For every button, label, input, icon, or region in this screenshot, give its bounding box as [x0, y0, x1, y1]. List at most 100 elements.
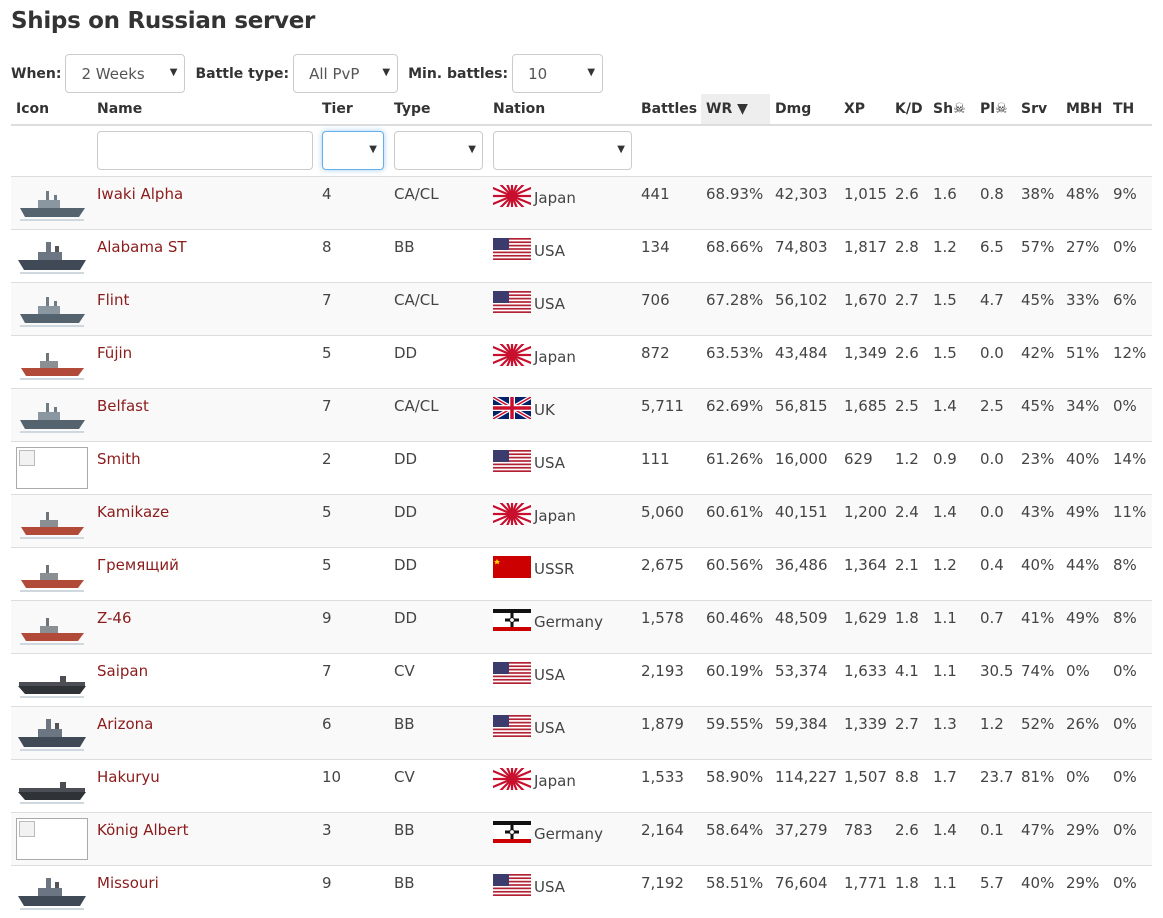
dmg-cell: 40,151: [770, 493, 839, 547]
mbh-cell: 34%: [1061, 387, 1108, 441]
ship-name-cell: Belfast: [92, 387, 317, 441]
battles-cell: 1,578: [636, 599, 701, 653]
ship-name-link[interactable]: Alabama ST: [97, 238, 187, 256]
tier-cell: 7: [317, 281, 389, 335]
xp-cell: 629: [839, 440, 890, 494]
nation-filter-select[interactable]: ▼: [493, 131, 632, 171]
sh-cell: 1.6: [928, 175, 975, 229]
mbh-cell: 0%: [1061, 652, 1108, 706]
ship-name-link[interactable]: König Albert: [97, 821, 188, 839]
type-cell: CA/CL: [389, 281, 488, 335]
column-header-name[interactable]: Name: [92, 94, 317, 126]
ship-name-link[interactable]: Flint: [97, 291, 129, 309]
ship-name-link[interactable]: Гремящий: [97, 556, 179, 574]
dmg-cell: 16,000: [770, 440, 839, 494]
chevron-down-icon: ▼: [169, 67, 178, 78]
wr-cell: 59.55%: [701, 705, 770, 759]
kd-cell: 1.2: [890, 440, 928, 494]
ship-name-link[interactable]: Kamikaze: [97, 503, 169, 521]
dmg-cell: 56,815: [770, 387, 839, 441]
ship-name-link[interactable]: Z-46: [97, 609, 132, 627]
carrier-icon: [16, 762, 92, 808]
pl-cell: 6.5: [975, 228, 1016, 282]
column-header-sh[interactable]: Sh☠: [928, 94, 975, 126]
srv-cell: 52%: [1016, 705, 1061, 759]
name-filter-input[interactable]: [97, 131, 313, 171]
th-cell: 6%: [1108, 281, 1152, 335]
kd-cell: 1.8: [890, 864, 928, 918]
mbh-cell: 44%: [1061, 546, 1108, 600]
column-header-srv[interactable]: Srv: [1016, 94, 1061, 126]
nation-cell: Japan: [488, 758, 636, 812]
cruiser-icon: [16, 179, 92, 225]
column-header-kd[interactable]: K/D: [890, 94, 928, 126]
sh-cell: 0.9: [928, 440, 975, 494]
xp-cell: 1,507: [839, 758, 890, 812]
ship-name-link[interactable]: Arizona: [97, 715, 153, 733]
ship-name-link[interactable]: Hakuryu: [97, 768, 160, 786]
tier-cell: 5: [317, 334, 389, 388]
dmg-cell: 53,374: [770, 652, 839, 706]
ship-name-link[interactable]: Belfast: [97, 397, 149, 415]
srv-cell: 43%: [1016, 493, 1061, 547]
battles-cell: 706: [636, 281, 701, 335]
japan-flag: [488, 336, 542, 385]
ship-name-link[interactable]: Saipan: [97, 662, 148, 680]
battle-type-select[interactable]: All PvP ▼: [293, 54, 399, 93]
mbh-cell: 0%: [1061, 758, 1108, 812]
pl-cell: 0.1: [975, 811, 1016, 865]
type-cell: CA/CL: [389, 175, 488, 229]
ship-name-link[interactable]: Missouri: [97, 874, 159, 892]
srv-cell: 42%: [1016, 334, 1061, 388]
table-row: Smith 2 DD USA 111 61.26% 16,000 629 1.2 0.9 0.0 23…: [11, 440, 1152, 494]
tier-cell: 5: [317, 493, 389, 547]
germany-flag: [493, 820, 534, 847]
srv-cell: 45%: [1016, 387, 1061, 441]
srv-cell: 23%: [1016, 440, 1061, 494]
column-header-wr[interactable]: WR ▼: [701, 94, 770, 126]
dmg-cell: 42,303: [770, 175, 839, 229]
ship-name-cell: Alabama ST: [92, 228, 317, 282]
th-cell: 0%: [1108, 811, 1152, 865]
sh-cell: 1.1: [928, 652, 975, 706]
when-select[interactable]: 2 Weeks ▼: [65, 54, 186, 93]
column-header-nation[interactable]: Nation: [488, 94, 636, 126]
column-header-xp[interactable]: XP: [839, 94, 890, 126]
when-value: 2 Weeks: [81, 65, 145, 83]
battles-cell: 1,533: [636, 758, 701, 812]
pl-cell: 0.0: [975, 334, 1016, 388]
pl-cell: 30.5: [975, 652, 1016, 706]
ship-name-cell: Smith: [92, 440, 317, 494]
cruiser-icon: [16, 285, 92, 331]
xp-cell: 1,629: [839, 599, 890, 653]
nation-cell: Japan: [488, 334, 636, 388]
nation-cell: USA: [488, 864, 636, 918]
th-cell: 0%: [1108, 387, 1152, 441]
column-header-th[interactable]: TH: [1108, 94, 1152, 126]
nation-cell: USA: [488, 281, 636, 335]
srv-cell: 40%: [1016, 864, 1061, 918]
chevron-down-icon: ▼: [369, 144, 377, 156]
mbh-cell: 48%: [1061, 175, 1108, 229]
ships-table: Icon Name Tier Type Nation Battles WR ▼ …: [11, 94, 1152, 918]
srv-cell: 81%: [1016, 758, 1061, 812]
sh-cell: 1.1: [928, 864, 975, 918]
column-header-tier[interactable]: Tier: [317, 94, 389, 126]
column-header-pl[interactable]: Pl☠: [975, 94, 1016, 126]
column-header-type[interactable]: Type: [389, 94, 488, 126]
ship-name-link[interactable]: Iwaki Alpha: [97, 185, 183, 203]
column-header-battles[interactable]: Battles: [636, 94, 701, 126]
column-header-mbh[interactable]: MBH: [1061, 94, 1108, 126]
tier-cell: 6: [317, 705, 389, 759]
column-header-dmg[interactable]: Dmg: [770, 94, 839, 126]
tier-filter-select[interactable]: ▼: [322, 131, 384, 171]
min-battles-select[interactable]: 10 ▼: [512, 54, 604, 93]
type-cell: DD: [389, 546, 488, 600]
sh-cell: 1.4: [928, 493, 975, 547]
nation-cell: USSR: [488, 546, 636, 600]
srv-cell: 41%: [1016, 599, 1061, 653]
type-filter-select[interactable]: ▼: [394, 131, 483, 171]
pl-cell: 5.7: [975, 864, 1016, 918]
ship-name-link[interactable]: Smith: [97, 450, 141, 468]
ship-name-link[interactable]: Fūjin: [97, 344, 132, 362]
